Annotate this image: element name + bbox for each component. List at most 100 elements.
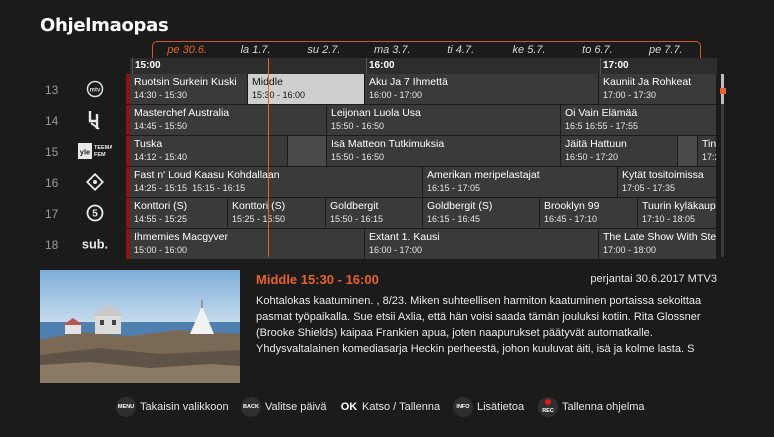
program-time: 16:5 16:55 - 17:55 — [565, 121, 639, 131]
program-title: Tuurin kyläkaup — [642, 200, 716, 212]
menu-control[interactable]: MENU Takaisin valikkoon — [116, 397, 229, 417]
program-time: 17:2 — [702, 152, 716, 162]
program-time: 15:00 - 16:00 — [134, 245, 188, 255]
control-label: Takaisin valikkoon — [140, 401, 229, 413]
program-title: Konttori (S) — [232, 200, 286, 212]
channel-row: 14 Masterchef Australia 14:45 - 15:50 Le… — [40, 105, 717, 135]
time-label: 16:00 — [369, 60, 395, 71]
program-title: Brooklyn 99 — [544, 200, 600, 212]
svg-text:mtv: mtv — [90, 88, 101, 94]
program-title: Tina — [702, 138, 717, 150]
program-title: Aku Ja 7 Ihmettä — [369, 76, 448, 88]
channel-row: 13 mtv Ruotsin Surkein Kuski 14:30 - 15:… — [40, 74, 717, 104]
program-title: Goldbergit — [330, 200, 379, 212]
program-time: 14:55 - 15:25 — [134, 214, 188, 224]
program-time: 15:50 - 16:50 — [331, 121, 385, 131]
program-cell[interactable]: Tuurin kyläkaup 17:10 - 18:05 — [638, 198, 717, 228]
program-title: Fast n' Loud Kaasu Kohdallaan — [134, 169, 280, 181]
day-tab[interactable]: la 1.7. — [221, 42, 289, 59]
program-time: 14:30 - 15:30 — [134, 90, 188, 100]
program-description: Kohtalokas kaatuminen. , 8/23. Miken suh… — [256, 295, 702, 355]
fox-logo-icon — [78, 170, 112, 194]
program-cell[interactable]: The Late Show With Step 17:00 - 18:00 — [599, 229, 717, 259]
program-time-part: 15:15 - 16:15 — [192, 183, 246, 193]
channel-number: 17 — [45, 207, 59, 221]
record-control[interactable]: REC Tallenna ohjelma — [538, 397, 645, 417]
scrollbar[interactable] — [721, 74, 724, 257]
program-time: 17:00 - 18:00 — [603, 245, 657, 255]
mtv3-logo-icon: mtv — [78, 77, 112, 101]
program-cell[interactable]: Jäitä Hattuun 16:50 - 17:20 — [561, 136, 678, 166]
time-header: 15:00 16:00 17:00 — [130, 58, 717, 74]
program-time: 16:50 - 17:20 — [565, 152, 619, 162]
program-cell-empty[interactable] — [288, 136, 327, 166]
program-title: The Late Show With Step — [603, 231, 717, 243]
channel-number: 18 — [45, 238, 59, 252]
day-tab[interactable]: ti 4.7. — [427, 42, 495, 59]
back-control[interactable]: BACK Valitse päivä — [241, 397, 327, 417]
program-cell[interactable]: Isä Matteon Tutkimuksia 15:50 - 16:50 — [327, 136, 561, 166]
program-cell[interactable]: Goldbergit (S) 16:15 - 16:45 — [423, 198, 540, 228]
info-button-icon: INFO — [453, 397, 473, 417]
program-cell[interactable]: Amerikan meripelastajat 16:15 - 17:05 — [423, 167, 618, 197]
program-cell[interactable]: Brooklyn 99 16:45 - 17:10 — [540, 198, 638, 228]
program-title: Oi Vain Elämää — [565, 107, 638, 119]
control-label: Valitse päivä — [265, 401, 327, 413]
control-label: Katso / Tallenna — [362, 401, 441, 413]
program-cell[interactable]: Konttori (S) 15:25 - 15:50 — [228, 198, 326, 228]
channel-row: 15 yle TEEMA FEM Tuska 14:12 - 15:40 Isä… — [40, 136, 717, 166]
sub-logo-icon: sub. — [78, 232, 112, 256]
program-title: Ihmemies Macgyver — [134, 231, 228, 243]
program-time: 14:12 - 15:40 — [134, 152, 188, 162]
channel-row: 17 5 Konttori (S) 14:55 - 15:25 Konttori… — [40, 198, 717, 228]
program-time: 16:15 - 17:05 — [427, 183, 481, 193]
program-title: Leijonan Luola Usa — [331, 107, 421, 119]
program-cell[interactable]: Fast n' Loud Kaasu Kohdallaan 14:25 - 15… — [130, 167, 423, 197]
program-cell[interactable]: Aku Ja 7 Ihmettä 16:00 - 17:00 — [365, 74, 599, 104]
program-detail-date: perjantai 30.6.2017 MTV3 — [590, 273, 717, 285]
program-cell[interactable]: Goldbergit 15:50 - 16:15 — [326, 198, 423, 228]
program-cell[interactable]: Tuska 14:12 - 15:40 — [130, 136, 288, 166]
program-title: Isä Matteon Tutkimuksia — [331, 138, 445, 150]
program-cell[interactable]: Konttori (S) 14:55 - 15:25 — [130, 198, 228, 228]
program-cell-empty[interactable] — [678, 136, 698, 166]
svg-text:5: 5 — [92, 209, 98, 220]
channel-number: 13 — [45, 83, 59, 97]
program-time: 15:50 - 16:15 — [330, 214, 384, 224]
program-title: Amerikan meripelastajat — [427, 169, 540, 181]
control-label: Tallenna ohjelma — [562, 401, 645, 413]
page-title: Ohjelmaopas — [40, 15, 169, 36]
program-title: Ruotsin Surkein Kuski — [134, 76, 237, 88]
day-tab[interactable]: to 6.7. — [563, 42, 631, 59]
footer-controls: MENU Takaisin valikkoon BACK Valitse päi… — [0, 397, 774, 417]
record-button-icon: REC — [538, 397, 558, 417]
program-cell[interactable]: Kytät tositoimissa 17:05 - 17:35 — [618, 167, 717, 197]
day-tab[interactable]: su 2.7. — [290, 42, 358, 59]
program-cell[interactable]: Kauniit Ja Rohkeat 17:00 - 17:30 — [599, 74, 717, 104]
info-control[interactable]: INFO Lisätietoa — [453, 397, 524, 417]
day-tab[interactable]: ma 3.7. — [358, 42, 426, 59]
program-time-part: 14:25 - 15:15 — [134, 183, 188, 193]
program-title: Kauniit Ja Rohkeat — [603, 76, 692, 88]
scroll-marker — [720, 88, 726, 94]
nelonen-logo-icon — [78, 108, 112, 132]
channel-row: 16 Fast n' Loud Kaasu Kohdallaan 14:25 -… — [40, 167, 717, 197]
program-cell[interactable]: Leijonan Luola Usa 15:50 - 16:50 — [327, 105, 561, 135]
program-time: 14:25 - 15:15 15:15 - 16:15 — [134, 182, 418, 195]
day-tab[interactable]: pe 7.7. — [632, 42, 700, 59]
day-tab[interactable]: ke 5.7. — [495, 42, 563, 59]
program-time: 16:00 - 17:00 — [369, 245, 423, 255]
control-label: Lisätietoa — [477, 401, 525, 413]
channel-number: 16 — [45, 176, 59, 190]
day-tab[interactable]: pe 30.6. — [153, 42, 221, 59]
program-cell[interactable]: Ihmemies Macgyver 15:00 - 16:00 — [130, 229, 365, 259]
record-key-label: REC — [542, 408, 554, 414]
program-cell[interactable]: Oi Vain Elämää 16:5 16:55 - 17:55 — [561, 105, 717, 135]
program-cell[interactable]: Masterchef Australia 14:45 - 15:50 — [130, 105, 327, 135]
program-cell[interactable]: Extant 1. Kausi 16:00 - 17:00 — [365, 229, 599, 259]
program-title: Goldbergit (S) — [427, 200, 493, 212]
ok-control[interactable]: OK Katso / Tallenna — [340, 397, 440, 417]
program-cell[interactable]: Tina 17:2 — [698, 136, 717, 166]
program-cell-selected[interactable]: Middle 15:30 - 16:00 — [248, 74, 365, 104]
program-cell[interactable]: Ruotsin Surkein Kuski 14:30 - 15:30 — [130, 74, 248, 104]
